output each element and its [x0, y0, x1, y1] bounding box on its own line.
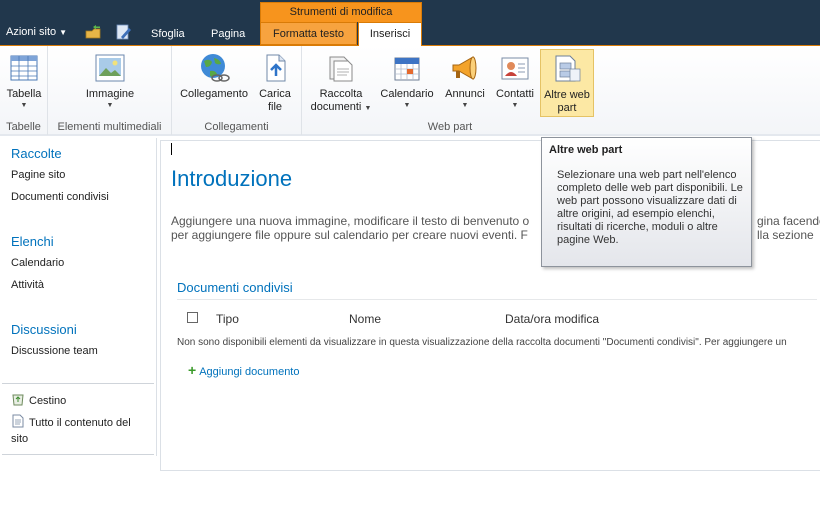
top-bar: Azioni sito ▼ Sfoglia Pagina Strumenti di…	[0, 0, 820, 46]
ribbon-group-collegamenti: Collegamento Carica file Collegamenti	[172, 46, 302, 135]
nav-item-pagine-sito[interactable]: Pagine sito	[11, 169, 65, 181]
altre-label-line1: Altre web	[544, 89, 590, 101]
intro-text-line2[interactable]: per aggiungere file oppure sul calendari…	[171, 228, 528, 242]
cestino-label: Cestino	[29, 395, 67, 407]
carica-label-line2: file	[267, 101, 283, 113]
insert-link-button[interactable]: Collegamento	[176, 49, 252, 117]
link-globe-icon	[201, 54, 230, 82]
table-icon	[10, 55, 38, 81]
select-all-checkbox[interactable]	[187, 312, 198, 323]
intro-text-line1[interactable]: Aggiungere una nuova immagine, modificar…	[171, 214, 529, 228]
tooltip-title: Altre web part	[549, 144, 623, 156]
tooltip-body: Selezionare una web part nell'elenco com…	[557, 169, 743, 246]
chevron-down-icon: ▼	[106, 102, 114, 109]
column-header-nome[interactable]: Nome	[349, 312, 381, 326]
raccolta-label-line2: documenti	[310, 101, 362, 113]
insert-table-button[interactable]: Tabella ▼	[2, 49, 46, 117]
chevron-down-icon: ▼	[461, 102, 469, 109]
tab-sfoglia[interactable]: Sfoglia	[151, 28, 185, 40]
group-label-tabelle: Tabelle	[6, 121, 41, 133]
ribbon-group-tabelle: Tabella ▼ Tabelle	[0, 46, 48, 135]
tab-inserisci[interactable]: Inserisci	[358, 22, 422, 46]
calendario-label: Calendario	[380, 88, 434, 100]
chevron-down-icon: ▼	[20, 102, 28, 109]
web-part-icon	[555, 55, 581, 82]
add-document-label: Aggiungi documento	[199, 366, 300, 378]
ribbon-group-media: Immagine ▼ Elementi multimediali	[48, 46, 172, 135]
nav-head-elenchi[interactable]: Elenchi	[11, 234, 54, 249]
image-icon	[95, 54, 125, 82]
annunci-label: Annunci	[445, 88, 485, 100]
contact-card-icon	[501, 57, 529, 80]
carica-label-line1: Carica	[259, 88, 291, 100]
intro-text-line1-end[interactable]: gina facendo	[757, 214, 820, 228]
tooltip-altre-web-part: Altre web part Selezionare una web part …	[541, 137, 752, 267]
document-library-icon	[329, 56, 353, 82]
divider	[2, 383, 154, 384]
ribbon-group-webpart: Raccolta documenti ▼ Calendario ▼ Annunc…	[302, 46, 598, 135]
text-cursor	[171, 143, 172, 155]
announcements-button[interactable]: Annunci ▼	[438, 49, 492, 117]
immagine-label: Immagine	[85, 88, 135, 100]
calendar-icon	[394, 57, 420, 81]
nav-head-raccolte[interactable]: Raccolte	[11, 146, 62, 161]
nav-item-attivita[interactable]: Attività	[11, 279, 44, 291]
group-label-media: Elementi multimediali	[57, 121, 162, 133]
tab-pagina[interactable]: Pagina	[211, 28, 245, 40]
navigate-up-icon[interactable]	[84, 24, 102, 40]
editing-tools-context-label: Strumenti di modifica	[260, 2, 422, 22]
recycle-bin-icon	[12, 394, 24, 406]
group-label-webpart: Web part	[427, 121, 473, 133]
chevron-down-icon: ▼	[403, 102, 411, 109]
more-web-parts-button[interactable]: Altre web part	[540, 49, 594, 117]
page-title[interactable]: Introduzione	[171, 166, 292, 192]
nav-item-discussione-team[interactable]: Discussione team	[11, 345, 98, 357]
webpart-title[interactable]: Documenti condivisi	[177, 280, 293, 295]
upload-file-icon	[266, 54, 286, 82]
column-header-modified[interactable]: Data/ora modifica	[505, 312, 599, 326]
tutto-contenuto-label-line2: sito	[11, 433, 29, 445]
raccolta-label-line1: Raccolta	[319, 88, 363, 100]
contatti-label: Contatti	[496, 88, 534, 100]
edit-page-icon[interactable]	[115, 24, 133, 40]
upload-file-button[interactable]: Carica file	[254, 49, 296, 117]
calendar-button[interactable]: Calendario ▼	[378, 49, 436, 117]
quick-launch: Raccolte Pagine sito Documenti condivisi…	[0, 138, 157, 456]
megaphone-icon	[452, 56, 477, 80]
insert-image-button[interactable]: Immagine ▼	[78, 49, 142, 117]
intro-text-line2-end[interactable]: lla sezione	[757, 228, 814, 242]
site-actions-menu[interactable]: Azioni sito ▼	[6, 26, 67, 38]
recycle-bin-link[interactable]: Cestino	[11, 392, 66, 409]
tabella-label: Tabella	[6, 88, 42, 100]
divider	[2, 454, 154, 455]
all-site-content-link[interactable]: Tutto il contenuto del sito	[11, 414, 156, 447]
site-actions-label: Azioni sito	[6, 26, 57, 38]
add-icon: +	[188, 362, 197, 378]
empty-list-message: Non sono disponibili elementi da visuali…	[177, 337, 787, 348]
site-content-icon	[12, 414, 24, 428]
ribbon: Tabella ▼ Tabelle Immagine ▼ Elementi mu…	[0, 45, 820, 136]
divider	[177, 299, 817, 300]
group-label-collegamenti: Collegamenti	[204, 121, 269, 133]
document-library-button[interactable]: Raccolta documenti ▼	[306, 49, 376, 117]
altre-label-line2: part	[557, 102, 577, 114]
chevron-down-icon: ▼	[364, 105, 372, 112]
chevron-down-icon: ▼	[59, 28, 68, 37]
chevron-down-icon: ▼	[511, 102, 519, 109]
tab-formatta-testo[interactable]: Formatta testo	[260, 22, 357, 45]
nav-item-documenti-condivisi[interactable]: Documenti condivisi	[11, 191, 109, 203]
nav-head-discussioni[interactable]: Discussioni	[11, 322, 77, 337]
column-header-tipo[interactable]: Tipo	[216, 312, 239, 326]
collegamento-label: Collegamento	[180, 88, 248, 100]
add-document-link[interactable]: + Aggiungi documento	[188, 362, 299, 378]
nav-item-calendario[interactable]: Calendario	[11, 257, 64, 269]
contacts-button[interactable]: Contatti ▼	[492, 49, 538, 117]
tutto-contenuto-label-line1: Tutto il contenuto del	[29, 417, 131, 429]
